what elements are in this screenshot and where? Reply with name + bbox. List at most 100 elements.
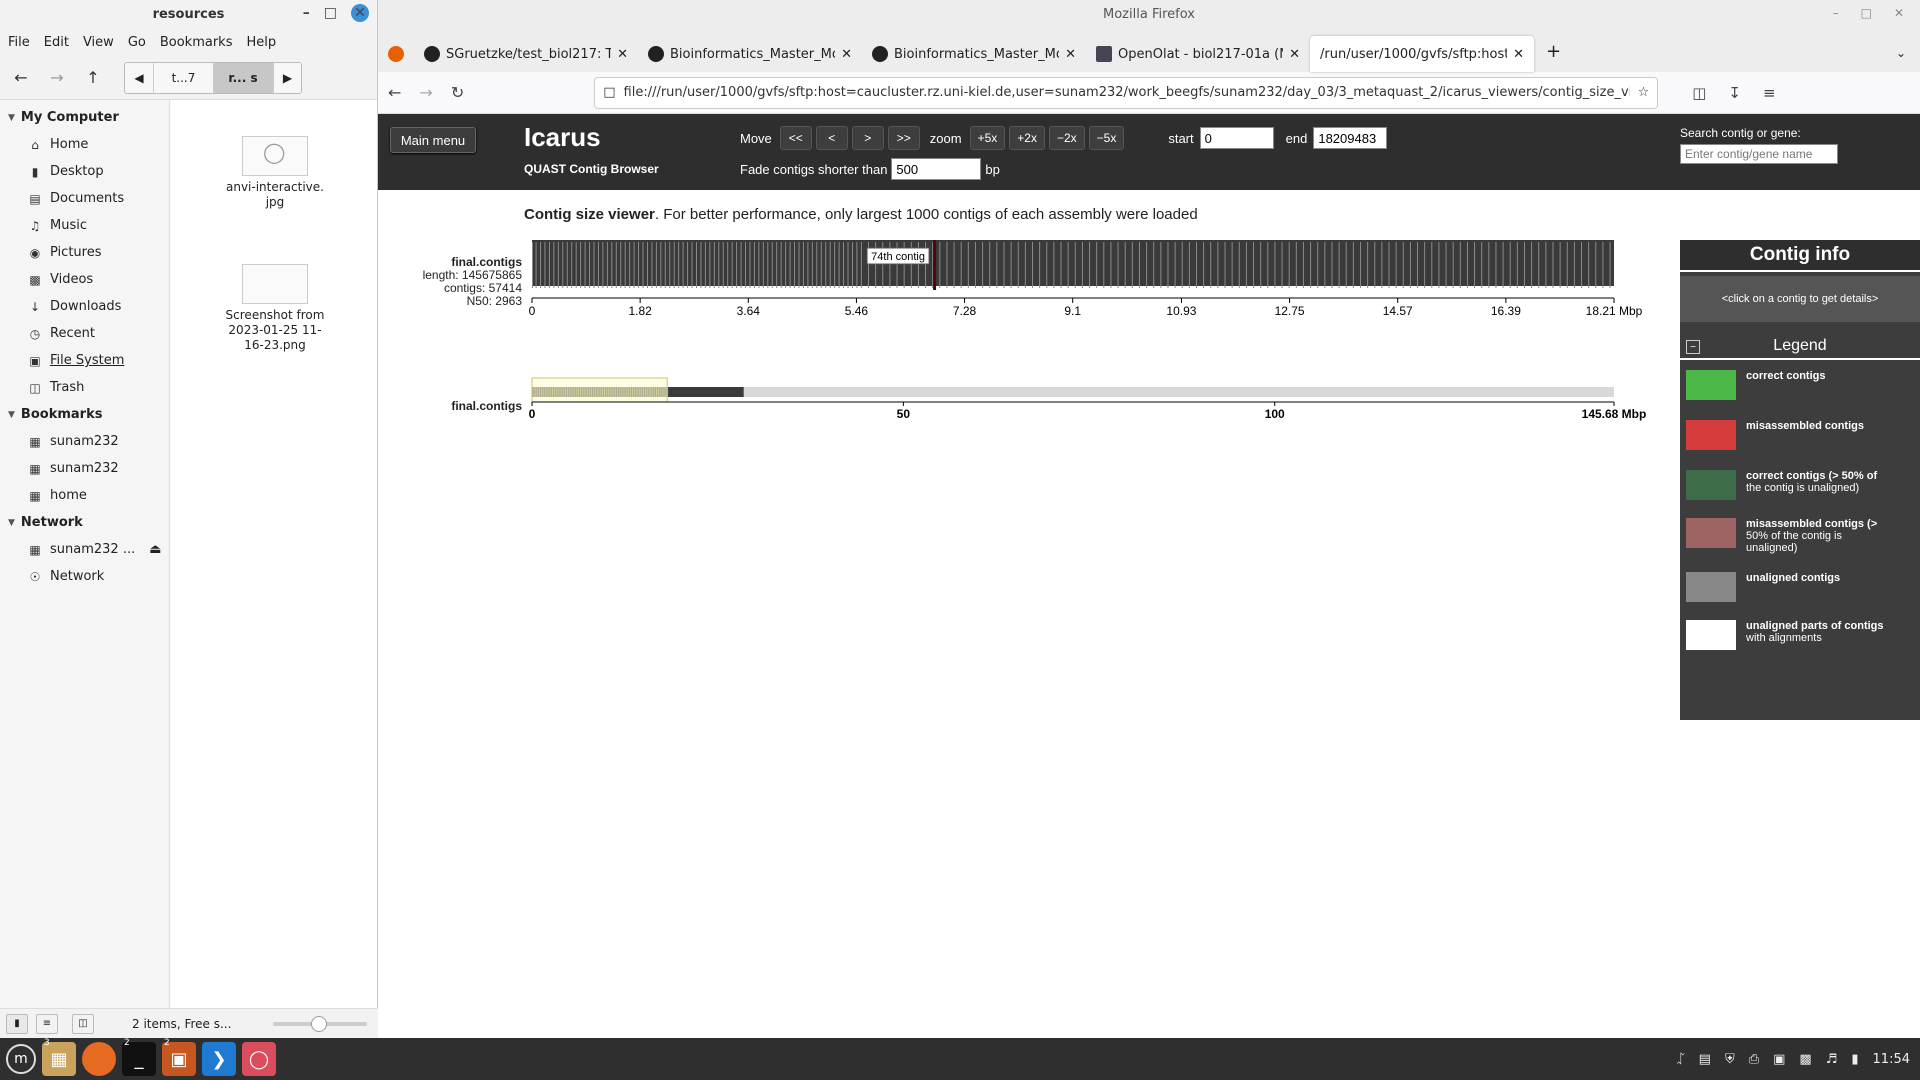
- minimize-icon[interactable]: –: [303, 5, 310, 21]
- zoom-slider[interactable]: [273, 1015, 368, 1032]
- maximize-icon[interactable]: □: [1861, 6, 1872, 20]
- menu-view[interactable]: View: [83, 35, 114, 50]
- contig-divider: [1352, 242, 1354, 288]
- firefox-app-icon[interactable]: [82, 1042, 116, 1076]
- crumb-current[interactable]: r... s: [213, 62, 273, 93]
- tab-list-icon[interactable]: ⌄: [1896, 46, 1906, 60]
- url-bar[interactable]: □ file:///run/user/1000/gvfs/sftp:host=c…: [594, 76, 1659, 109]
- contig-divider: [1409, 242, 1411, 288]
- sidebar-item-bookmark[interactable]: ▦ home: [0, 482, 169, 509]
- sidebar-item-bookmark[interactable]: ▦ sunam232: [0, 455, 169, 482]
- back-icon[interactable]: ←: [10, 68, 32, 87]
- update-icon[interactable]: ▣: [1773, 1052, 1785, 1067]
- vscode-app-icon[interactable]: ❯: [202, 1042, 236, 1076]
- places-toggle-icon[interactable]: ▮: [6, 1013, 28, 1034]
- minimize-icon[interactable]: –: [1833, 6, 1839, 20]
- viewer-app-icon[interactable]: ◯: [242, 1042, 276, 1076]
- contig-divider: [709, 242, 711, 288]
- shield-icon[interactable]: ⛨: [1725, 1052, 1735, 1067]
- search-input[interactable]: Enter contig/gene name: [1680, 144, 1838, 164]
- maximize-icon[interactable]: □: [324, 5, 337, 21]
- menu-bookmarks[interactable]: Bookmarks: [160, 35, 233, 50]
- file-item[interactable]: ◯ anvi-interactive. jpg: [225, 136, 325, 210]
- sidebar-item-pictures[interactable]: ◉ Pictures: [0, 239, 169, 266]
- files-app-icon[interactable]: 3 ▦: [42, 1038, 76, 1076]
- contig-divider: [829, 242, 831, 288]
- collapse-legend-icon[interactable]: −: [1686, 340, 1700, 354]
- bookmark-star-icon[interactable]: ☆: [1638, 85, 1650, 100]
- sidebar-item-documents[interactable]: ▤ Documents: [0, 185, 169, 212]
- contig-divider: [939, 242, 941, 288]
- contig-divider: [789, 242, 791, 288]
- crumb-parent[interactable]: t...7: [153, 62, 213, 93]
- printer-icon[interactable]: ⎙: [1749, 1052, 1759, 1067]
- clipboard-icon[interactable]: ▤: [1699, 1052, 1711, 1067]
- contig-divider: [1395, 242, 1397, 288]
- file-item[interactable]: Screenshot from 2023-01-25 11- 16-23.png: [225, 264, 325, 353]
- tab[interactable]: SGruetzke/test_biol217: Te ✕: [414, 36, 638, 72]
- forward-icon[interactable]: →: [46, 68, 68, 87]
- sidebar-item-videos[interactable]: ▩ Videos: [0, 266, 169, 293]
- clock[interactable]: 11:54: [1873, 1052, 1910, 1067]
- video-icon: ▩: [29, 272, 41, 287]
- contig-divider: [1131, 242, 1133, 288]
- sidebar-item-downloads[interactable]: ↓ Downloads: [0, 293, 169, 320]
- up-icon[interactable]: ↑: [82, 68, 104, 87]
- new-tab-icon[interactable]: +: [1546, 41, 1561, 62]
- crumb-left-icon[interactable]: ◀: [125, 62, 153, 93]
- menu-help[interactable]: Help: [246, 35, 276, 50]
- tab[interactable]: Bioinformatics_Master_Mo ✕: [862, 36, 1086, 72]
- section-my-computer[interactable]: ▼ My Computer: [0, 104, 169, 131]
- contig-divider: [1046, 242, 1048, 288]
- hamburger-menu-icon[interactable]: ≡: [1763, 84, 1776, 102]
- menu-edit[interactable]: Edit: [44, 35, 69, 50]
- close-tab-icon[interactable]: ✕: [617, 47, 628, 62]
- back-icon[interactable]: ←: [388, 83, 401, 102]
- sidebar-item-home[interactable]: ⌂ Home: [0, 131, 169, 158]
- close-icon[interactable]: ✕: [351, 4, 369, 22]
- close-icon[interactable]: ✕: [1894, 6, 1904, 20]
- bluetooth-icon[interactable]: ᛢ: [1677, 1052, 1685, 1067]
- eject-icon[interactable]: ⏏: [149, 542, 161, 557]
- sidebar-item-recent[interactable]: ◷ Recent: [0, 320, 169, 347]
- contig-chart[interactable]: 74th contig 0 1.82 3.64 5.46 7.28 9.1 10.93 12.7…: [378, 114, 1678, 444]
- sidebar-toggle-icon[interactable]: ◫: [72, 1013, 94, 1034]
- slider-knob[interactable]: [311, 1015, 328, 1032]
- sidebar-item-trash[interactable]: ◫ Trash: [0, 374, 169, 401]
- network-icon[interactable]: ▩: [1799, 1052, 1811, 1067]
- legend-item: correct contigs (> 50% of the contig is u…: [1680, 470, 1920, 500]
- sidebar-item-music[interactable]: ♫ Music: [0, 212, 169, 239]
- close-tab-icon[interactable]: ✕: [841, 47, 852, 62]
- volume-icon[interactable]: ♬: [1826, 1052, 1838, 1067]
- battery-icon[interactable]: ▮: [1851, 1052, 1858, 1067]
- tree-toggle-icon[interactable]: ≡: [36, 1013, 58, 1034]
- downloads-icon[interactable]: ↧: [1728, 84, 1741, 102]
- tab-active[interactable]: /run/user/1000/gvfs/sftp:host= ✕: [1310, 36, 1534, 72]
- menu-logo-icon[interactable]: m: [6, 1044, 36, 1074]
- tab[interactable]: OpenOlat - biol217-01a (Ma ✕: [1086, 36, 1310, 72]
- sidebar-item-remote[interactable]: ▦ sunam232 ... ⏏: [0, 536, 169, 563]
- contig-divider: [1452, 242, 1454, 288]
- forward-icon[interactable]: →: [419, 83, 432, 102]
- reload-icon[interactable]: ↻: [451, 83, 464, 102]
- pocket-icon[interactable]: ◫: [1692, 84, 1706, 102]
- contig-divider: [1295, 242, 1297, 288]
- section-network[interactable]: ▼ Network: [0, 509, 169, 536]
- close-tab-icon[interactable]: ✕: [1065, 47, 1076, 62]
- sidebar-item-desktop[interactable]: ▮ Desktop: [0, 158, 169, 185]
- menu-go[interactable]: Go: [128, 35, 146, 50]
- sidebar-item-bookmark[interactable]: ▦ sunam232: [0, 428, 169, 455]
- section-bookmarks[interactable]: ▼ Bookmarks: [0, 401, 169, 428]
- package-app-icon[interactable]: 2 ▣: [162, 1038, 196, 1076]
- terminal-app-icon[interactable]: 2 _: [122, 1038, 156, 1076]
- sidebar-item-file-system[interactable]: ▣ File System: [0, 347, 169, 374]
- crumb-right-icon[interactable]: ▶: [273, 62, 301, 93]
- close-tab-icon[interactable]: ✕: [1289, 47, 1300, 62]
- contig-divider: [642, 242, 644, 288]
- close-tab-icon[interactable]: ✕: [1513, 47, 1524, 62]
- section-label: My Computer: [20, 110, 119, 125]
- menu-file[interactable]: File: [8, 35, 30, 50]
- tab[interactable]: Bioinformatics_Master_Mo ✕: [638, 36, 862, 72]
- file-manager-titlebar: resources – □ ✕: [0, 0, 377, 28]
- sidebar-item-network[interactable]: ☉ Network: [0, 563, 169, 590]
